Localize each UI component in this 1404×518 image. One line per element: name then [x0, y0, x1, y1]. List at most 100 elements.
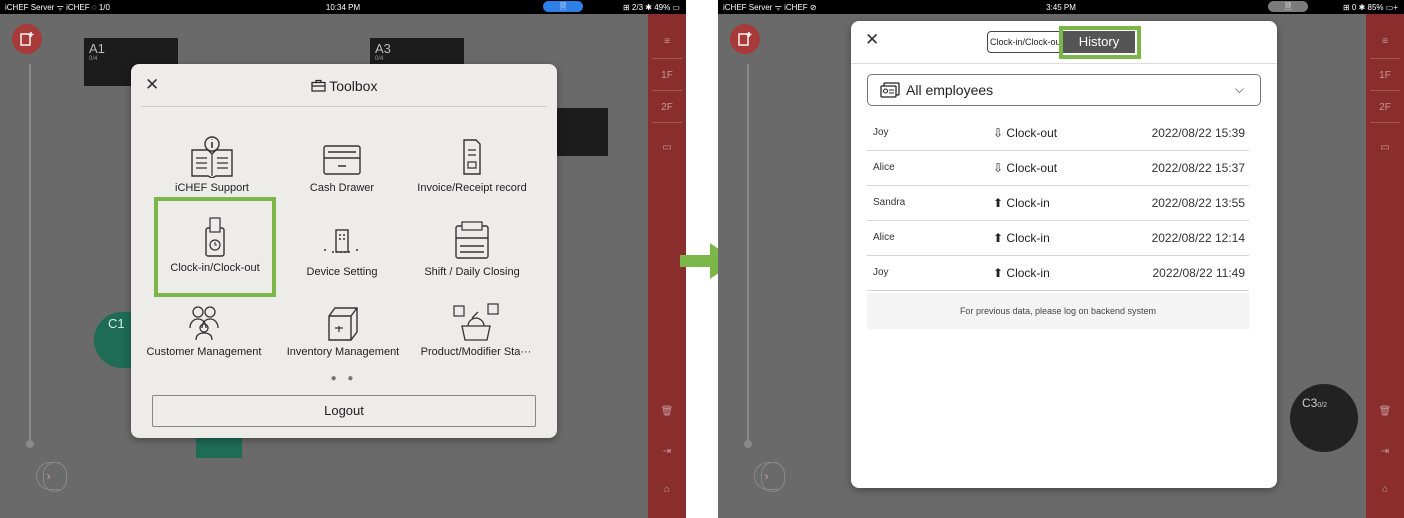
device-setting-icon: [324, 229, 360, 253]
tool-customer-management[interactable]: Customer Management: [139, 302, 269, 358]
employee-filter-value: All employees: [906, 82, 994, 98]
tool-invoice-record[interactable]: Invoice/Receipt record: [407, 136, 537, 194]
expand-button[interactable]: ›: [754, 462, 785, 492]
employees-icon: [880, 82, 900, 98]
highlight-box: [1059, 26, 1141, 59]
tool-clock-in-clock-out[interactable]: Clock-in/Clock-out: [150, 216, 280, 274]
employee-name: Joy: [873, 267, 889, 278]
timeline-line: [26, 64, 34, 448]
table-seats: 0/4: [375, 56, 384, 62]
table-label: C1: [108, 316, 125, 331]
employee-name: Joy: [873, 127, 889, 138]
tool-label: Invoice/Receipt record: [417, 182, 527, 194]
logout-button[interactable]: Logout: [152, 395, 536, 427]
status-time: 3:45 PM: [1046, 2, 1076, 12]
takeout-icon[interactable]: ▭: [1366, 142, 1404, 153]
takeout-icon[interactable]: ▭: [648, 142, 686, 153]
tool-label: Shift / Daily Closing: [424, 266, 520, 278]
arrow-up-icon: ⬆: [993, 231, 1004, 245]
exit-icon[interactable]: ⇥: [648, 446, 686, 457]
table-label: A1: [89, 41, 105, 56]
side-rail: ≡ 1F 2F ▭ 🗑 ⇥ ⌂: [1366, 14, 1404, 518]
employee-filter-select[interactable]: All employees ⌵: [867, 74, 1261, 106]
add-order-icon: [738, 32, 752, 46]
action-label: Clock-in: [1006, 266, 1050, 280]
history-list: Joy ⇩ Clock-out 2022/08/22 15:39 Alice ⇩…: [867, 116, 1249, 291]
inventory-box-icon: [328, 307, 358, 341]
record-time: 2022/08/22 11:49: [1152, 266, 1245, 280]
floor-2f-tab[interactable]: 2F: [648, 102, 686, 113]
table-tile[interactable]: [196, 438, 242, 458]
tool-label: Cash Drawer: [309, 182, 375, 194]
floor-1f-tab[interactable]: 1F: [648, 70, 686, 81]
toolbox-icon[interactable]: ⌂: [648, 484, 686, 495]
table-c3[interactable]: C30/2: [1290, 384, 1358, 452]
floor-1f-tab[interactable]: 1F: [1366, 70, 1404, 81]
table-a3[interactable]: A3 0/4: [370, 38, 464, 66]
record-action: ⇩ Clock-out: [993, 161, 1057, 175]
tool-product-modifier[interactable]: Product/Modifier Sta···: [411, 302, 541, 358]
arrow-up-icon: ⬆: [993, 266, 1004, 280]
employee-name: Alice: [873, 232, 895, 243]
add-order-button[interactable]: [730, 24, 760, 54]
tool-inventory-management[interactable]: Inventory Management: [278, 302, 408, 358]
action-label: Clock-in: [1006, 196, 1050, 210]
menu-icon[interactable]: ≡: [1366, 36, 1404, 47]
status-right: ⊞ 2/3 ✱ 49% ▭: [623, 2, 680, 12]
record-time: 2022/08/22 15:37: [1151, 161, 1245, 175]
table-seats: 0/2: [1317, 402, 1328, 409]
chevron-down-icon: ⌵: [1234, 82, 1244, 96]
action-label: Clock-in: [1006, 231, 1050, 245]
cash-drawer-icon: [323, 145, 361, 175]
tool-cash-drawer[interactable]: Cash Drawer: [277, 136, 407, 194]
add-order-icon: [20, 32, 34, 46]
record-action: ⬆ Clock-in: [993, 196, 1050, 210]
receipt-icon: [463, 139, 481, 175]
tool-label: Device Setting: [306, 266, 378, 278]
record-action: ⇩ Clock-out: [993, 126, 1057, 140]
menu-icon[interactable]: ≡: [648, 36, 686, 47]
status-time: 10:34 PM: [325, 2, 361, 12]
trash-icon[interactable]: 🗑: [1366, 406, 1404, 417]
close-icon[interactable]: ✕: [865, 31, 883, 49]
add-order-button[interactable]: [12, 24, 42, 54]
table-tile[interactable]: [556, 108, 608, 156]
arrow-down-icon: ⇩: [993, 161, 1004, 175]
toolbox-title-text: Toolbox: [329, 78, 378, 94]
clock-in-icon: [205, 217, 225, 257]
trash-icon[interactable]: 🗑: [648, 406, 686, 417]
timeline-line: [744, 64, 752, 448]
backend-note: For previous data, please log on backend…: [867, 293, 1249, 329]
status-right: ⊞ 0 ✱ 85% ▭+: [1343, 2, 1398, 12]
customers-icon: [189, 306, 219, 341]
page-dots[interactable]: ● ●: [131, 373, 557, 384]
tool-device-setting[interactable]: Device Setting: [277, 220, 407, 278]
status-pill: 🗎: [1268, 1, 1308, 12]
exit-icon[interactable]: ⇥: [1366, 446, 1404, 457]
employee-name: Alice: [873, 162, 895, 173]
record-action: ⬆ Clock-in: [993, 231, 1050, 245]
arrow-up-icon: ⬆: [993, 196, 1004, 210]
status-bar: iCHEF Server ᯤ iCHEF ◌ 1/0 10:34 PM 🗎 ⊞ …: [0, 0, 686, 14]
action-label: Clock-out: [1006, 126, 1058, 140]
list-item: Alice ⬆ Clock-in 2022/08/22 12:14: [867, 221, 1249, 256]
product-icon: [453, 303, 499, 341]
tool-iChef-support[interactable]: iCHEF Support: [147, 136, 277, 194]
table-label: C3: [1302, 396, 1318, 410]
record-time: 2022/08/22 15:39: [1151, 126, 1245, 140]
list-item: Joy ⇩ Clock-out 2022/08/22 15:39: [867, 116, 1249, 151]
action-label: Clock-out: [1006, 161, 1058, 175]
tab-clock-in-clock-out[interactable]: Clock-in/Clock-out: [987, 31, 1063, 53]
tool-label: Inventory Management: [286, 346, 400, 358]
tool-shift-daily-closing[interactable]: Shift / Daily Closing: [407, 220, 537, 278]
toolbox-icon[interactable]: ⌂: [1366, 484, 1404, 495]
expand-button[interactable]: ›: [36, 462, 67, 492]
list-item: Alice ⇩ Clock-out 2022/08/22 15:37: [867, 151, 1249, 186]
tool-label: Product/Modifier Sta···: [420, 346, 532, 358]
floor-2f-tab[interactable]: 2F: [1366, 102, 1404, 113]
toolbox-icon: [310, 79, 326, 92]
status-bar: iCHEF Server ᯤ iCHEF ⊘ 3:45 PM 🗎 ⊞ 0 ✱ 8…: [718, 0, 1404, 14]
toolbox-modal: ✕ Toolbox iCHEF Support Cash Drawer Invo…: [131, 64, 557, 438]
tool-label: Clock-in/Clock-out: [170, 262, 260, 274]
right-screenshot: iCHEF Server ᯤ iCHEF ⊘ 3:45 PM 🗎 ⊞ 0 ✱ 8…: [718, 0, 1404, 518]
